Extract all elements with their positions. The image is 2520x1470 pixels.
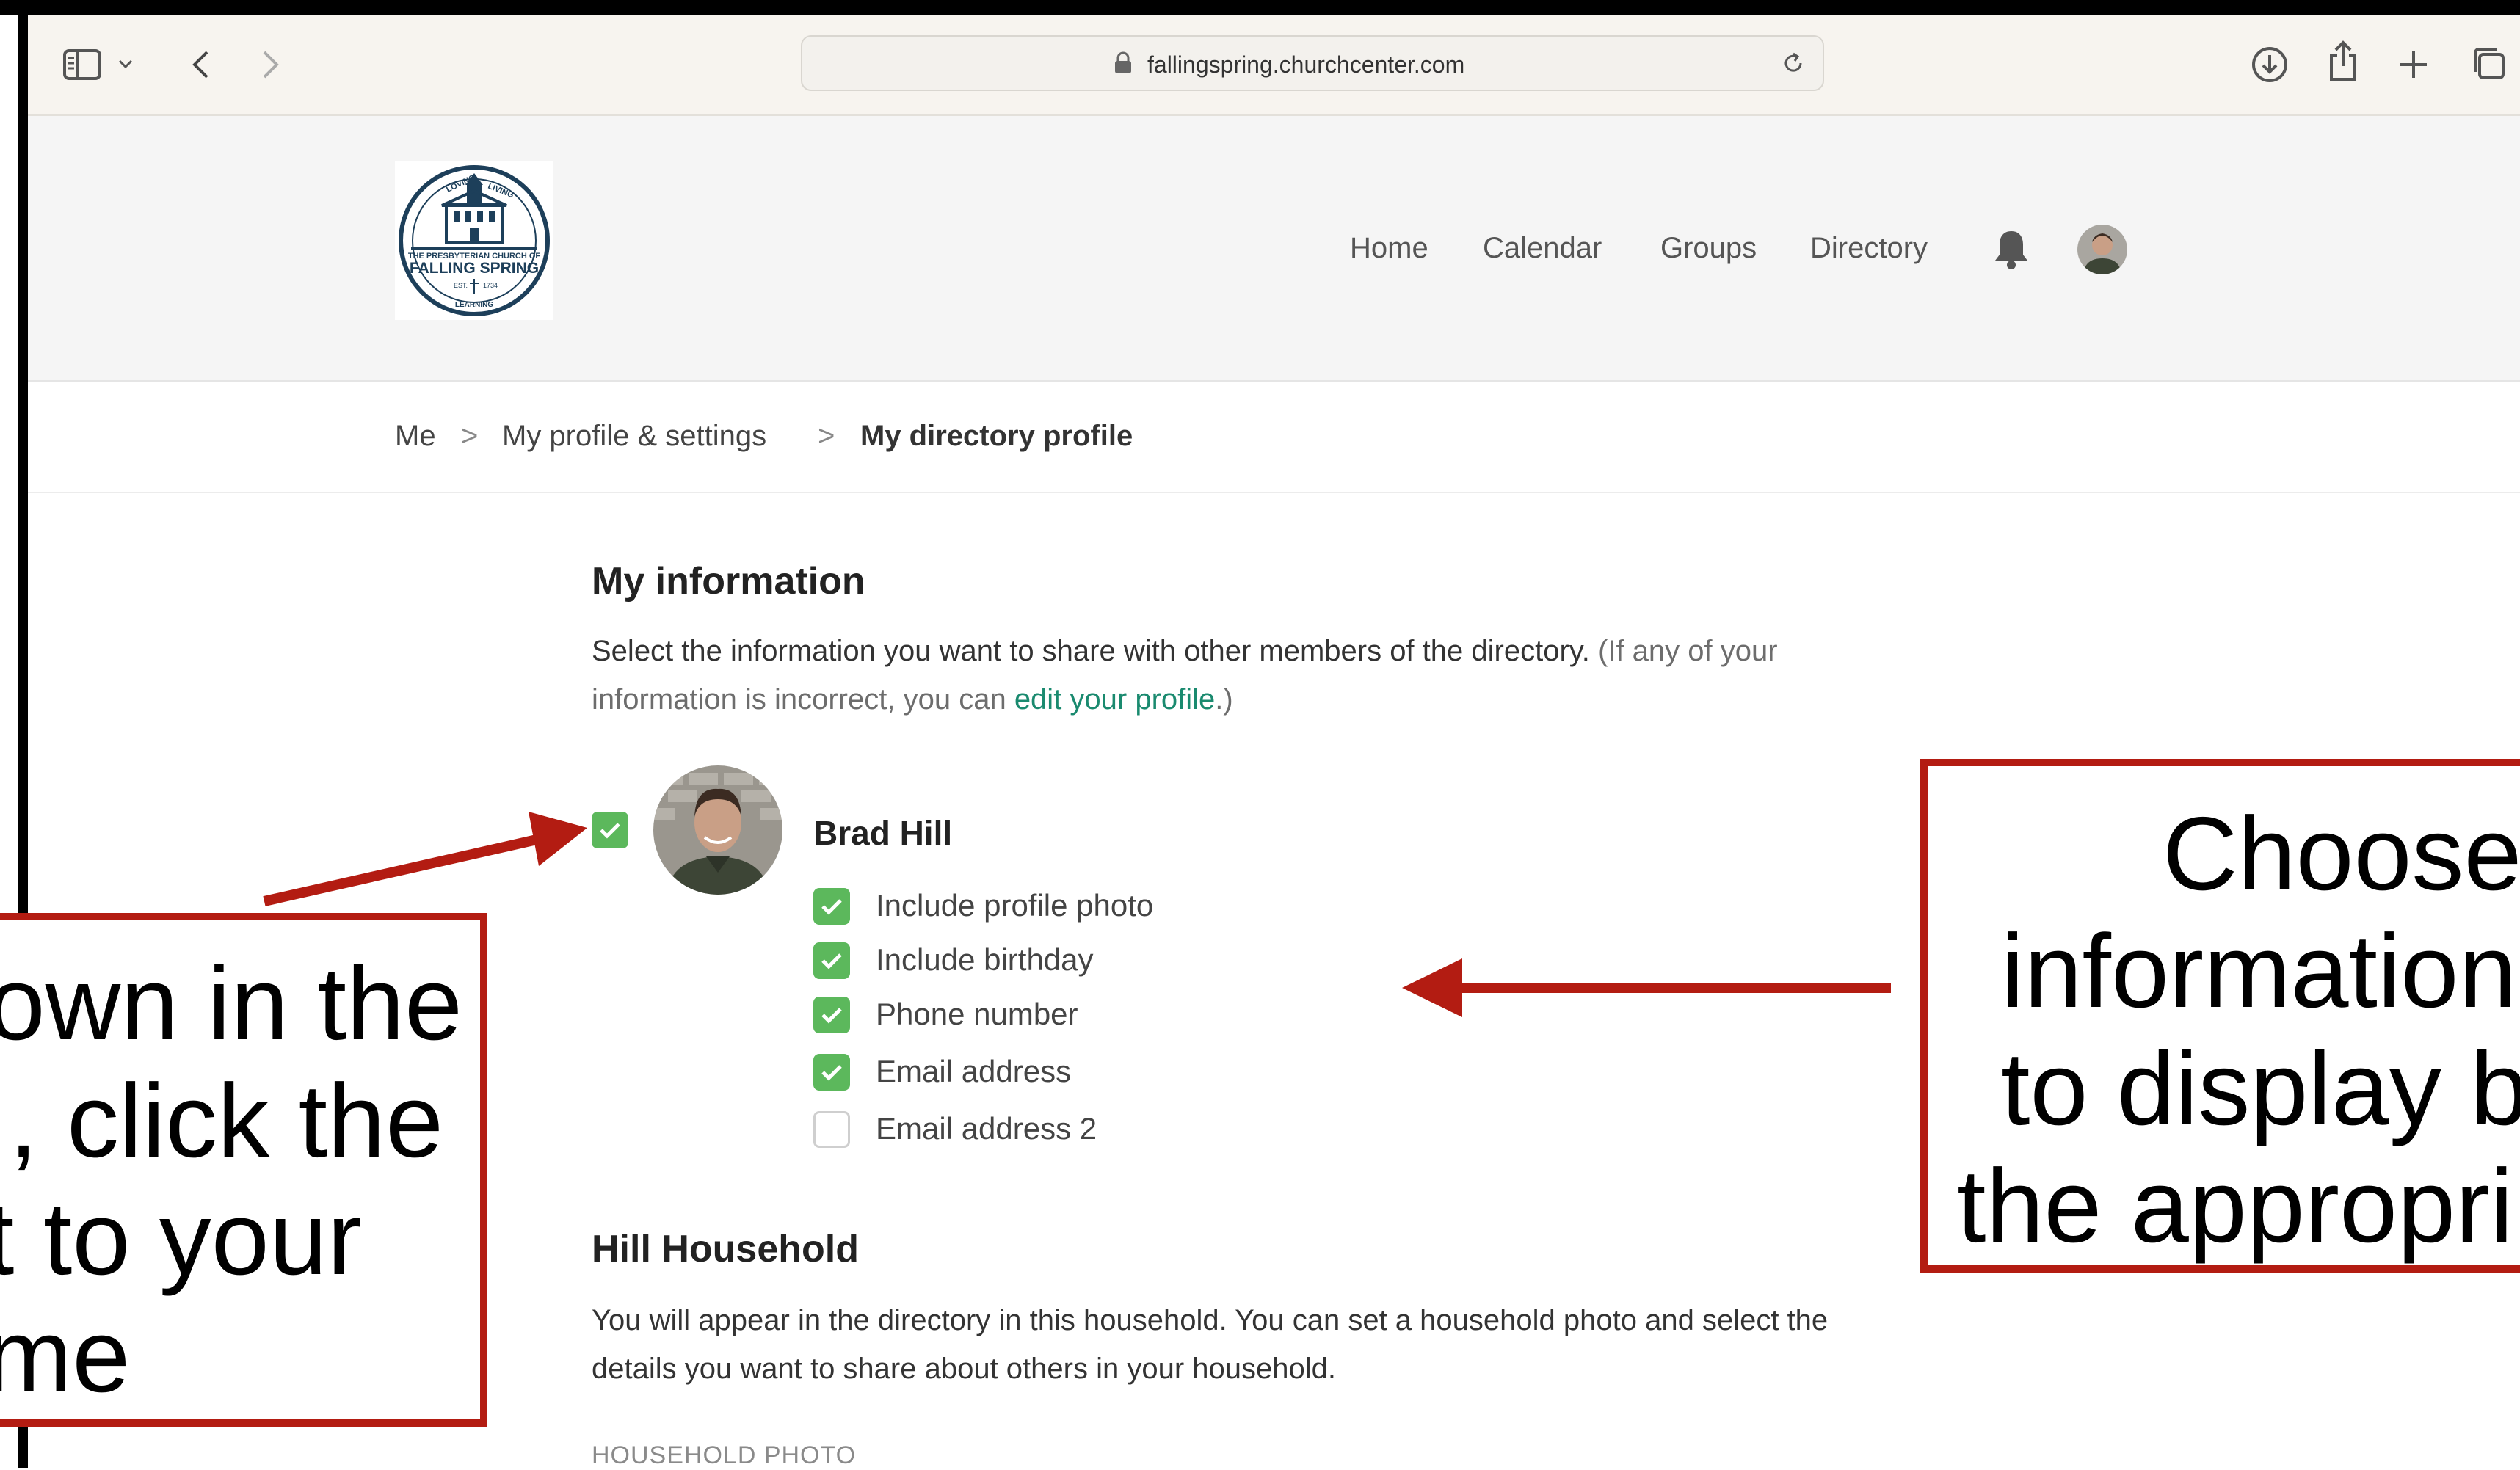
callout-right-line1: Choose: [2163, 796, 2520, 912]
callout-left: own in the , click the t to your me: [0, 913, 487, 1427]
callout-right: Choose information to display b the appr…: [1920, 759, 2520, 1273]
callout-right-line3: to display b: [2001, 1030, 2520, 1147]
callout-left-line3: t to your: [0, 1180, 363, 1297]
callout-right-line4: the appropri: [1957, 1148, 2513, 1265]
callout-left-line2: , click the: [9, 1063, 443, 1179]
callout-left-line4: me: [0, 1298, 131, 1414]
right-arrow-head: [1402, 958, 1462, 1017]
left-arrow-shaft: [263, 833, 545, 906]
screenshot: fallingspring.churchcenter.com LOVING LI…: [0, 0, 2520, 1469]
callout-left-line1: own in the: [0, 945, 462, 1062]
callout-right-line2: information: [2001, 913, 2517, 1030]
left-arrow-head: [529, 812, 587, 866]
